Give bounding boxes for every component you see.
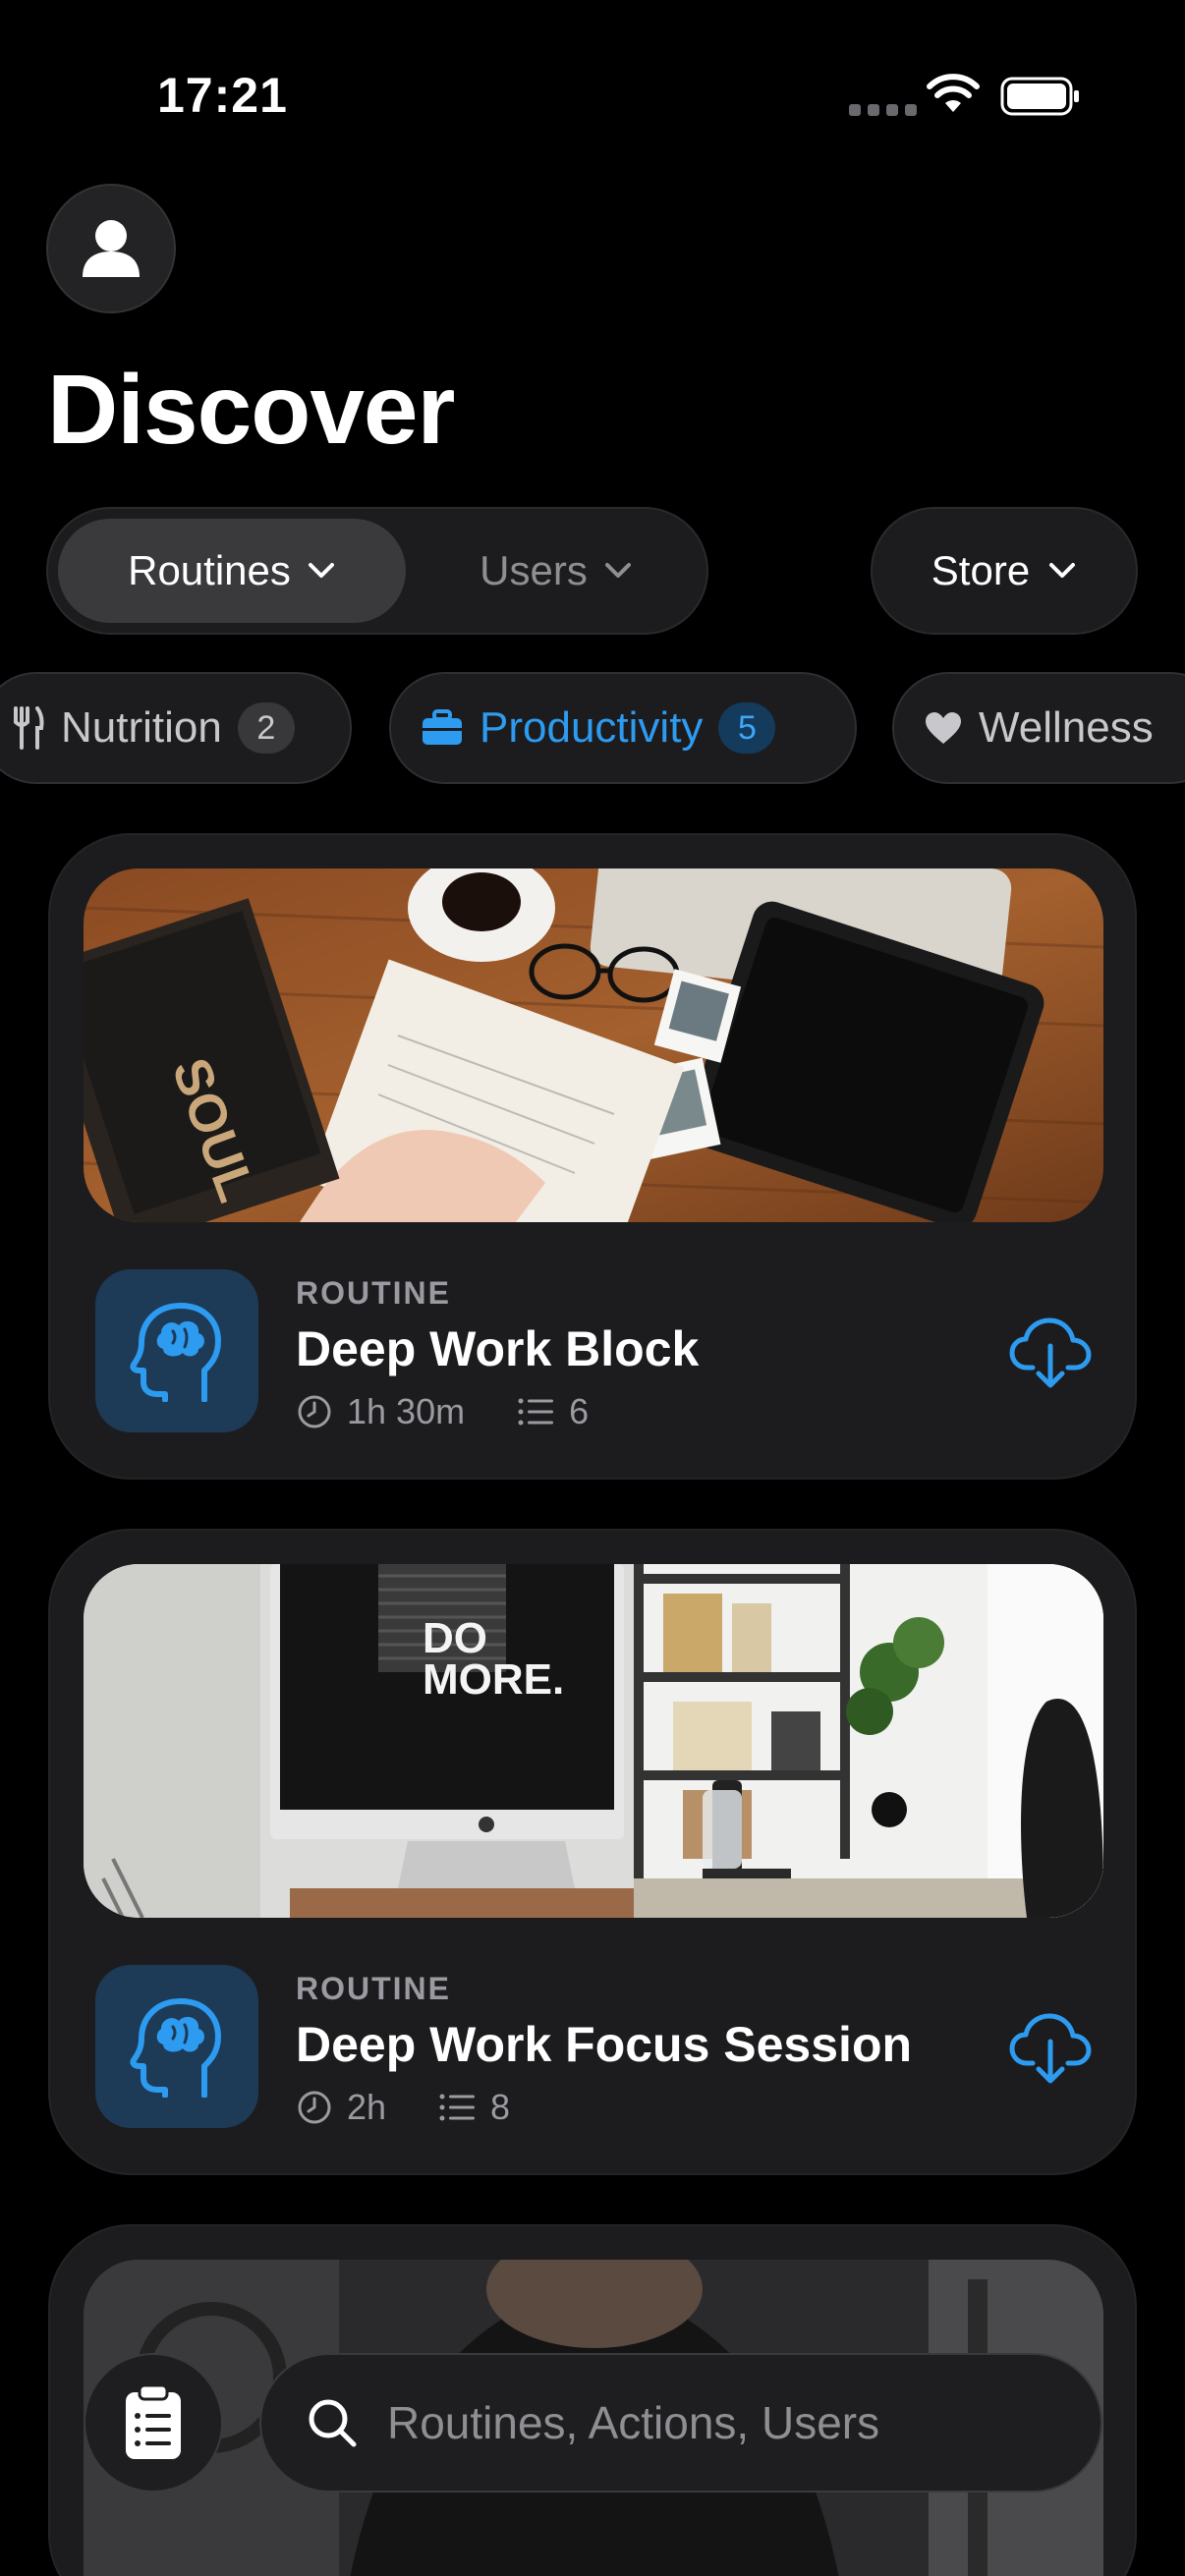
clipboard-icon: [126, 2384, 181, 2459]
cellular-signal-icon: [849, 104, 917, 116]
store-button[interactable]: Store: [871, 507, 1138, 635]
scope-segmented-control: Routines Users: [46, 507, 708, 635]
search-bar[interactable]: [259, 2353, 1102, 2492]
wifi-icon: [927, 74, 980, 112]
routine-card[interactable]: DO MORE. ROUTINE Deep Work Focus Session…: [48, 1529, 1137, 2175]
search-icon: [309, 2399, 357, 2447]
clock-icon: [298, 2091, 331, 2124]
person-icon: [83, 220, 140, 277]
routine-cover-image: DO MORE.: [84, 1564, 1103, 1918]
briefcase-icon: [423, 709, 462, 745]
category-chip-nutrition[interactable]: Nutrition 2: [0, 672, 352, 784]
chip-label: Nutrition: [61, 703, 222, 752]
segment-users-label: Users: [480, 547, 588, 593]
card-duration: 1h 30m: [347, 1391, 466, 1431]
profile-button[interactable]: [46, 184, 176, 313]
category-chip-productivity[interactable]: Productivity 5: [389, 672, 857, 784]
chevron-down-icon: [1049, 563, 1076, 578]
status-bar: 17:21: [0, 0, 1185, 187]
chevron-down-icon: [308, 563, 334, 578]
page-title: Discover: [47, 355, 455, 465]
routine-icon-tile: [95, 1965, 258, 2128]
search-input[interactable]: [387, 2396, 1075, 2449]
brain-head-icon: [130, 1998, 222, 2098]
chip-count: 2: [237, 702, 295, 754]
cloud-download-icon[interactable]: [1009, 2010, 1092, 2085]
card-title: Deep Work Block: [296, 1321, 700, 1376]
battery-icon: [1000, 77, 1079, 116]
card-kicker: ROUTINE: [296, 1275, 451, 1311]
brain-head-icon: [130, 1303, 222, 1402]
clipboard-button[interactable]: [84, 2353, 223, 2492]
routine-card[interactable]: SOUL ROUTINE Deep Work Block 1h 30m 6: [48, 833, 1137, 1480]
routine-icon-tile: [95, 1269, 258, 1432]
chip-count: 5: [718, 702, 776, 754]
segment-routines[interactable]: Routines: [58, 519, 406, 623]
svg-text:MORE.: MORE.: [423, 1655, 564, 1704]
fork-knife-icon: [14, 706, 44, 750]
cloud-download-icon[interactable]: [1009, 1315, 1092, 1389]
list-icon: [518, 1398, 554, 1426]
card-steps: 8: [490, 2087, 511, 2127]
heart-icon: [926, 712, 961, 744]
segment-routines-label: Routines: [128, 547, 291, 593]
card-meta: 1h 30m 6: [296, 1391, 589, 1432]
card-kicker: ROUTINE: [296, 1971, 451, 2006]
card-steps: 6: [569, 1391, 590, 1431]
status-time: 17:21: [157, 68, 288, 123]
category-chip-wellness[interactable]: Wellness: [892, 672, 1185, 784]
card-duration: 2h: [347, 2087, 387, 2127]
clock-icon: [298, 1395, 331, 1428]
card-title: Deep Work Focus Session: [296, 2017, 913, 2072]
list-icon: [439, 2094, 476, 2121]
card-meta: 2h 8: [296, 2087, 510, 2128]
chip-label: Productivity: [480, 703, 704, 752]
store-label: Store: [931, 547, 1031, 593]
routine-cover-image: SOUL: [84, 868, 1103, 1222]
segment-users[interactable]: Users: [412, 519, 701, 623]
chevron-down-icon: [604, 563, 631, 578]
chip-label: Wellness: [979, 703, 1154, 752]
